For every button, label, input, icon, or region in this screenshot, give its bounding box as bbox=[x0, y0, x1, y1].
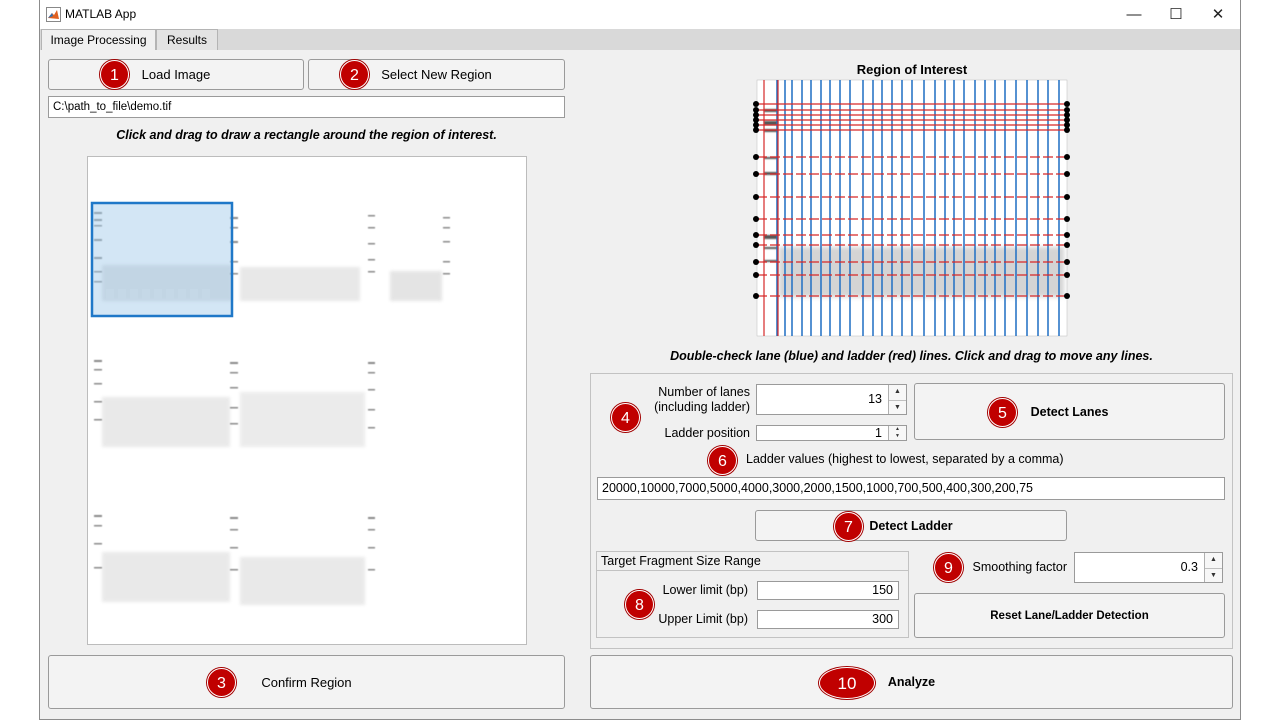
load-image-button[interactable]: Load Image bbox=[48, 59, 304, 90]
target-range-title: Target Fragment Size Range bbox=[597, 552, 908, 571]
spinner-up-icon[interactable]: ▲ bbox=[889, 426, 906, 433]
analyze-button[interactable]: Analyze bbox=[590, 655, 1233, 709]
matlab-logo-icon bbox=[46, 7, 61, 22]
confirm-region-button[interactable]: Confirm Region bbox=[48, 655, 565, 709]
ladder-position-spinner-arrows[interactable]: ▲ ▼ bbox=[888, 426, 906, 440]
minimize-button[interactable]: — bbox=[1112, 0, 1156, 29]
close-button[interactable]: ✕ bbox=[1196, 0, 1240, 29]
step-badge-10: 10 bbox=[819, 667, 875, 699]
gel-image-canvas[interactable] bbox=[87, 156, 527, 645]
upper-limit-input[interactable]: 300 bbox=[757, 610, 899, 629]
maximize-button[interactable]: ☐ bbox=[1154, 0, 1198, 29]
spinner-down-icon[interactable]: ▼ bbox=[889, 399, 906, 416]
lower-limit-input[interactable]: 150 bbox=[757, 581, 899, 600]
num-lanes-label-line1: Number of lanes bbox=[658, 385, 750, 399]
smoothing-factor-value: 0.3 bbox=[1180, 560, 1198, 574]
ladder-position-label: Ladder position bbox=[664, 426, 750, 440]
step-badge-1: 1 bbox=[100, 60, 129, 89]
detect-lanes-button[interactable]: Detect Lanes bbox=[914, 383, 1225, 440]
num-lanes-value: 13 bbox=[868, 392, 882, 406]
step-badge-5: 5 bbox=[988, 398, 1017, 427]
ladder-position-spinner[interactable]: 1 ▲ ▼ bbox=[756, 425, 907, 441]
tab-results[interactable]: Results bbox=[156, 29, 218, 50]
num-lanes-spinner-arrows[interactable]: ▲ ▼ bbox=[888, 385, 906, 414]
step-badge-8: 8 bbox=[625, 590, 654, 619]
step-badge-6: 6 bbox=[708, 446, 737, 475]
gel-image bbox=[90, 201, 450, 605]
spinner-up-icon[interactable]: ▲ bbox=[889, 385, 906, 400]
step-badge-7: 7 bbox=[834, 512, 863, 541]
num-lanes-label: Number of lanes (including ladder) bbox=[630, 385, 750, 415]
title-bar bbox=[40, 0, 1240, 29]
reset-detection-button[interactable]: Reset Lane/Ladder Detection bbox=[914, 593, 1225, 638]
smoothing-factor-spinner[interactable]: 0.3 ▲ ▼ bbox=[1074, 552, 1223, 583]
spinner-down-icon[interactable]: ▼ bbox=[889, 433, 906, 440]
num-lanes-spinner[interactable]: 13 ▲ ▼ bbox=[756, 384, 907, 415]
window-title: MATLAB App bbox=[65, 7, 137, 21]
step-badge-2: 2 bbox=[340, 60, 369, 89]
ladder-values-input[interactable]: 20000,10000,7000,5000,4000,3000,2000,150… bbox=[597, 477, 1225, 500]
smoothing-spinner-arrows[interactable]: ▲ ▼ bbox=[1204, 553, 1222, 582]
selection-rectangle[interactable] bbox=[90, 201, 234, 318]
step-badge-9: 9 bbox=[934, 553, 963, 582]
step-badge-4: 4 bbox=[611, 403, 640, 432]
spinner-up-icon[interactable]: ▲ bbox=[1205, 553, 1222, 568]
roi-image bbox=[753, 79, 1070, 337]
roi-instruction: Double-check lane (blue) and ladder (red… bbox=[670, 349, 1153, 363]
tab-bar bbox=[40, 29, 1240, 50]
smoothing-factor-label: Smoothing factor bbox=[972, 560, 1068, 574]
detect-ladder-button[interactable]: Detect Ladder bbox=[755, 510, 1067, 541]
step-badge-3: 3 bbox=[207, 668, 236, 697]
region-instruction: Click and drag to draw a rectangle aroun… bbox=[116, 128, 497, 142]
ladder-values-label: Ladder values (highest to lowest, separa… bbox=[746, 452, 1064, 466]
roi-plot[interactable] bbox=[749, 77, 1075, 339]
tab-image-processing[interactable]: Image Processing bbox=[41, 29, 156, 50]
file-path-field[interactable]: C:\path_to_file\demo.tif bbox=[48, 96, 565, 118]
roi-title: Region of Interest bbox=[856, 62, 968, 77]
num-lanes-label-line2: (including ladder) bbox=[654, 400, 750, 414]
ladder-position-value: 1 bbox=[875, 426, 882, 440]
spinner-down-icon[interactable]: ▼ bbox=[1205, 567, 1222, 584]
